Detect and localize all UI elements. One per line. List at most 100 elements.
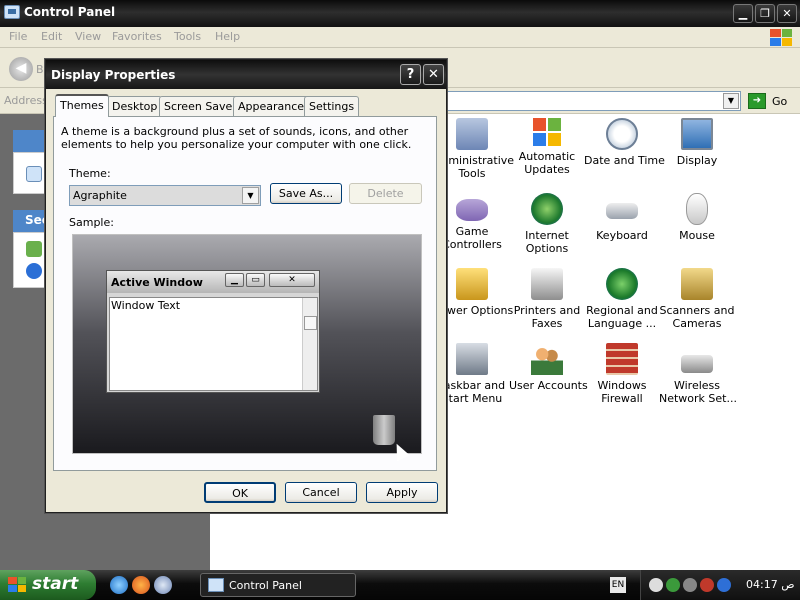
scanner-icon: [681, 268, 713, 300]
tab-themes[interactable]: Themes: [55, 94, 109, 117]
internet-explorer-icon[interactable]: [110, 576, 128, 594]
windows-update-icon: [533, 118, 561, 146]
dialog-close-button[interactable]: ✕: [423, 64, 444, 85]
globe-icon: [531, 193, 563, 225]
network-icon[interactable]: [683, 578, 697, 592]
item-windows-firewall[interactable]: Windows Firewall: [584, 343, 660, 405]
gamepad-icon: [456, 199, 488, 221]
wireless-icon: [681, 355, 713, 373]
start-button[interactable]: start: [0, 570, 96, 600]
windows-logo-icon: [770, 29, 792, 46]
menu-view[interactable]: View: [75, 30, 101, 43]
tray-alert-icon[interactable]: [700, 578, 714, 592]
sample-scrollbar: [302, 298, 317, 390]
item-label: Windows Firewall: [597, 379, 647, 405]
item-keyboard[interactable]: Keyboard: [584, 193, 660, 242]
tab-settings[interactable]: Settings: [304, 96, 360, 116]
sample-label: Sample:: [69, 216, 114, 229]
taskbar-icon: [456, 343, 488, 375]
menu-help[interactable]: Help: [215, 30, 240, 43]
control-panel-icon: [208, 578, 224, 592]
restore-button[interactable]: ❐: [755, 4, 775, 23]
tray-security-icon[interactable]: [666, 578, 680, 592]
minimize-button[interactable]: ▁: [733, 4, 753, 23]
menu-edit[interactable]: Edit: [41, 30, 62, 43]
start-label: start: [32, 574, 79, 594]
regional-globe-icon: [606, 268, 638, 300]
sample-window-text: Window Text: [111, 299, 181, 312]
language-indicator[interactable]: EN: [610, 577, 626, 593]
item-mouse[interactable]: Mouse: [659, 193, 735, 242]
tab-desktop[interactable]: Desktop: [107, 96, 163, 116]
delete-button[interactable]: Delete: [349, 183, 422, 204]
sample-scroll-thumb: [304, 316, 317, 330]
ok-button[interactable]: OK: [204, 482, 276, 503]
mouse-icon: [686, 193, 708, 225]
item-automatic-updates[interactable]: Automatic Updates: [509, 118, 585, 176]
item-label: Automatic Updates: [518, 150, 576, 176]
dialog-titlebar[interactable]: Display Properties ? ✕: [46, 60, 446, 89]
app-icon[interactable]: [154, 576, 172, 594]
firefox-icon[interactable]: [132, 576, 150, 594]
back-arrow-icon[interactable]: ◀: [9, 57, 33, 81]
address-input[interactable]: ▼: [446, 91, 741, 111]
item-internet-options[interactable]: Internet Options: [509, 193, 585, 255]
item-printers-and-faxes[interactable]: Printers and Faxes: [509, 268, 585, 330]
item-label: Keyboard: [596, 229, 648, 242]
item-regional-and-language[interactable]: Regional and Language ...: [584, 268, 660, 330]
sample-active-window: Active Window ▁ ▭ ✕ Window Text: [106, 270, 320, 393]
dialog-title: Display Properties: [51, 68, 176, 82]
windows-logo-icon: [8, 577, 26, 592]
window-title: Control Panel: [24, 5, 116, 19]
help-button[interactable]: ?: [400, 64, 421, 85]
tab-screen-saver[interactable]: Screen Saver: [159, 96, 242, 116]
sample-minimize-icon: ▁: [225, 273, 244, 287]
control-panel-titlebar[interactable]: Control Panel ▁ ❐ ✕: [0, 0, 800, 27]
item-label: Wireless Network Set...: [659, 379, 737, 405]
apply-button[interactable]: Apply: [366, 482, 438, 503]
clock[interactable]: 04:17 ﺹ: [746, 578, 795, 591]
taskbar-button-label: Control Panel: [229, 579, 302, 592]
menu-file[interactable]: File: [9, 30, 27, 43]
sample-window-titlebar: Active Window ▁ ▭ ✕: [107, 271, 319, 293]
theme-sample-preview: Active Window ▁ ▭ ✕ Window Text: [72, 234, 422, 462]
go-button[interactable]: Go: [772, 95, 787, 108]
theme-label: Theme:: [69, 167, 111, 180]
clock-icon: [606, 118, 638, 150]
item-label: User Accounts: [509, 379, 588, 392]
address-dropdown-icon[interactable]: ▼: [723, 93, 739, 109]
item-label: Scanners and Cameras: [659, 304, 735, 330]
item-label: Regional and Language ...: [586, 304, 658, 330]
item-scanners-and-cameras[interactable]: Scanners and Cameras: [659, 268, 735, 330]
sample-window-body: Window Text: [109, 297, 318, 391]
cancel-button[interactable]: Cancel: [285, 482, 357, 503]
switch-view-icon[interactable]: [26, 166, 42, 182]
tray-icon[interactable]: [649, 578, 663, 592]
menu-favorites[interactable]: Favorites: [112, 30, 162, 43]
item-label: Internet Options: [525, 229, 569, 255]
help-icon[interactable]: [26, 263, 42, 279]
control-panel-icon: [4, 5, 20, 19]
go-arrow-icon[interactable]: ➜: [748, 93, 766, 109]
control-panel-items: Administrative Tools Automatic Updates D…: [434, 114, 800, 570]
tray-app-icon[interactable]: [717, 578, 731, 592]
theme-select-value: Agraphite: [73, 189, 127, 202]
item-user-accounts[interactable]: User Accounts: [509, 343, 588, 392]
display-properties-dialog: Display Properties ? ✕ Themes Desktop Sc…: [45, 59, 447, 513]
save-as-button[interactable]: Save As...: [270, 183, 342, 204]
chevron-down-icon[interactable]: ▼: [242, 187, 259, 204]
close-button[interactable]: ✕: [777, 4, 797, 23]
menu-bar: File Edit View Favorites Tools Help: [0, 27, 800, 48]
windows-update-icon[interactable]: [26, 241, 42, 257]
taskbar-button-control-panel[interactable]: Control Panel: [200, 573, 356, 597]
sample-window-title: Active Window: [111, 276, 203, 289]
theme-select[interactable]: Agraphite ▼: [69, 185, 261, 206]
users-icon: [531, 343, 563, 375]
item-label: Display: [676, 154, 718, 167]
menu-tools[interactable]: Tools: [174, 30, 201, 43]
admin-tools-icon: [456, 118, 488, 150]
item-date-and-time[interactable]: Date and Time: [584, 118, 665, 167]
item-wireless-network-setup[interactable]: Wireless Network Set...: [659, 343, 737, 405]
tab-appearance[interactable]: Appearance: [233, 96, 310, 116]
item-display[interactable]: Display: [659, 118, 735, 167]
